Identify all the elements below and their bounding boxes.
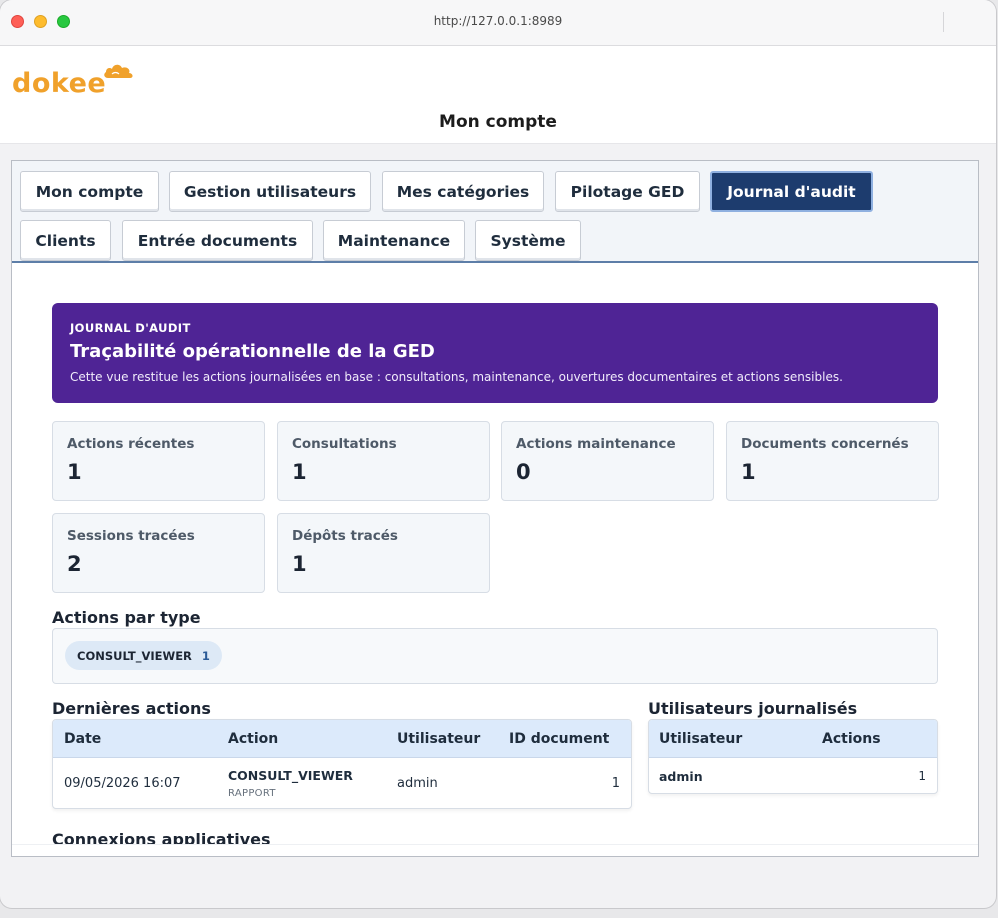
stat-value: 1 [292,460,307,484]
address-bar[interactable]: http://127.0.0.1:8989 [0,14,996,28]
stat-label: Dépôts tracés [292,528,398,544]
stat-card: Consultations 1 [277,421,490,501]
tab-clients[interactable]: Clients [20,220,111,261]
tab-entree-documents[interactable]: Entrée documents [122,220,313,261]
cell-action: CONSULT_VIEWER [228,768,353,783]
stat-label: Actions récentes [67,436,195,452]
logged-users-table: Utilisateur Actions admin 1 [648,719,938,794]
cell-actions-count: 1 [918,769,926,783]
table-header: Utilisateur Actions [649,720,937,758]
tab-pilotage-ged[interactable]: Pilotage GED [555,171,700,212]
title-bar: http://127.0.0.1:8989 [0,0,996,46]
actions-by-type-heading: Actions par type [52,608,201,627]
table-row[interactable]: admin 1 [649,758,937,793]
page-title: Mon compte [439,112,557,132]
stat-card: Actions maintenance 0 [501,421,714,501]
table-row[interactable]: 09/05/2026 16:07 CONSULT_VIEWER RAPPORT … [53,758,631,808]
stat-value: 0 [516,460,531,484]
cell-action-category: RAPPORT [228,788,276,799]
last-actions-heading: Dernières actions [52,699,211,718]
column-header-actions: Actions [822,731,881,747]
banner-title: Traçabilité opérationnelle de la GED [70,341,435,362]
stat-card: Documents concernés 1 [726,421,939,501]
main-panel: Mon compte Gestion utilisateurs Mes caté… [11,160,979,857]
cell-date: 09/05/2026 16:07 [64,776,181,791]
cloud-icon [104,64,133,78]
column-header-action: Action [228,731,279,747]
logo-text: dokee [12,68,107,99]
tab-journal-audit[interactable]: Journal d'audit [710,171,873,212]
column-header-user: Utilisateur [659,731,743,747]
banner-kicker: JOURNAL D'AUDIT [70,321,191,335]
stat-label: Documents concernés [741,436,909,452]
stat-value: 1 [741,460,756,484]
chip-count: 1 [201,648,210,663]
column-header-user: Utilisateur [397,731,481,747]
column-header-doc-id: ID document [509,731,610,747]
stat-card: Dépôts tracés 1 [277,513,490,593]
action-type-chip[interactable]: CONSULT_VIEWER 1 [65,641,222,670]
cell-user: admin [397,776,438,791]
tab-gestion-utilisateurs[interactable]: Gestion utilisateurs [169,171,371,212]
column-header-date: Date [64,731,102,747]
stat-card: Actions récentes 1 [52,421,265,501]
cell-doc-id: 1 [611,776,620,791]
tab-mes-categories[interactable]: Mes catégories [382,171,544,212]
last-actions-table: Date Action Utilisateur ID document 09/0… [52,719,632,809]
logged-users-heading: Utilisateurs journalisés [648,699,858,718]
stat-value: 1 [292,552,307,576]
panel-bottom-edge [12,844,978,856]
audit-banner: JOURNAL D'AUDIT Traçabilité opérationnel… [52,303,938,403]
browser-window: http://127.0.0.1:8989 dokee Mon compte M… [0,0,996,908]
banner-description: Cette vue restitue les actions journalis… [70,370,843,384]
chip-type: CONSULT_VIEWER [77,648,192,663]
tab-systeme[interactable]: Système [475,220,581,261]
cell-user: admin [659,769,703,784]
tab-mon-compte[interactable]: Mon compte [20,171,159,212]
actions-by-type-box: CONSULT_VIEWER 1 [52,628,938,684]
app-header: dokee Mon compte [0,46,996,144]
tab-bar: Mon compte Gestion utilisateurs Mes caté… [12,161,978,263]
stat-card: Sessions tracées 2 [52,513,265,593]
toolbar-divider [943,12,944,32]
stat-label: Consultations [292,436,397,452]
tab-maintenance[interactable]: Maintenance [323,220,465,261]
stat-label: Actions maintenance [516,436,676,452]
stat-value: 2 [67,552,82,576]
stat-label: Sessions tracées [67,528,195,544]
table-header: Date Action Utilisateur ID document [53,720,631,758]
dokee-logo[interactable]: dokee [12,64,136,106]
stat-value: 1 [67,460,82,484]
